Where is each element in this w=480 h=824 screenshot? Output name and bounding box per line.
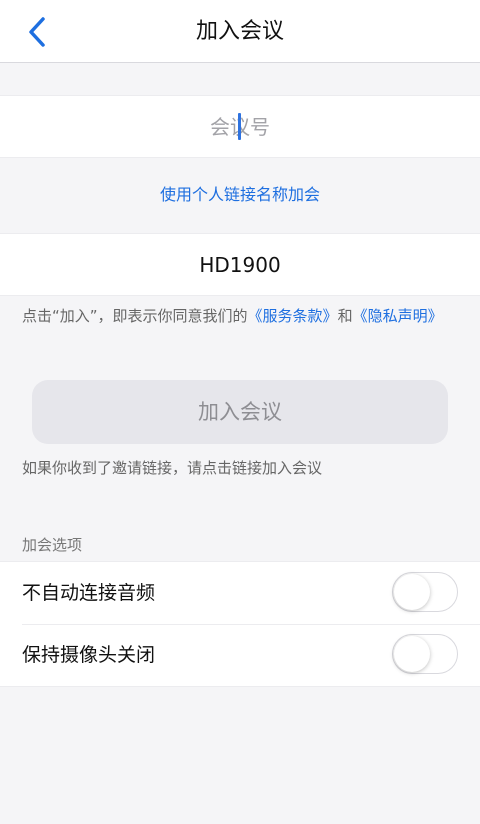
privacy-statement-link[interactable]: 《隐私声明》 bbox=[353, 307, 443, 325]
terms-of-service-link[interactable]: 《服务条款》 bbox=[248, 307, 338, 325]
terms-notice: 点击“加入”，即表示你同意我们的《服务条款》和《隐私声明》 bbox=[22, 306, 462, 327]
invite-link-hint: 如果你收到了邀请链接，请点击链接加入会议 bbox=[22, 459, 323, 477]
camera-off-toggle[interactable] bbox=[392, 634, 458, 674]
auto-audio-toggle[interactable] bbox=[392, 572, 458, 612]
option-label: 保持摄像头关闭 bbox=[22, 644, 156, 666]
option-keep-camera-off: 保持摄像头关闭 bbox=[0, 624, 480, 686]
display-name-input[interactable] bbox=[0, 234, 480, 295]
join-meeting-button[interactable]: 加入会议 bbox=[32, 380, 448, 444]
option-label: 不自动连接音频 bbox=[22, 582, 156, 604]
page-title: 加入会议 bbox=[195, 19, 284, 44]
toggle-knob bbox=[394, 574, 430, 610]
toggle-knob bbox=[394, 636, 430, 672]
join-options-list: 不自动连接音频 保持摄像头关闭 bbox=[0, 561, 480, 687]
option-no-auto-audio: 不自动连接音频 bbox=[0, 562, 480, 625]
text-cursor bbox=[238, 113, 241, 140]
display-name-container bbox=[0, 233, 480, 296]
terms-prefix: 点击“加入”，即表示你同意我们的 bbox=[22, 307, 248, 325]
join-options-title: 加会选项 bbox=[22, 536, 83, 554]
personal-link-join-link[interactable]: 使用个人链接名称加会 bbox=[0, 180, 480, 210]
navigation-bar: 加入会议 bbox=[0, 0, 480, 63]
terms-middle: 和 bbox=[337, 307, 353, 325]
